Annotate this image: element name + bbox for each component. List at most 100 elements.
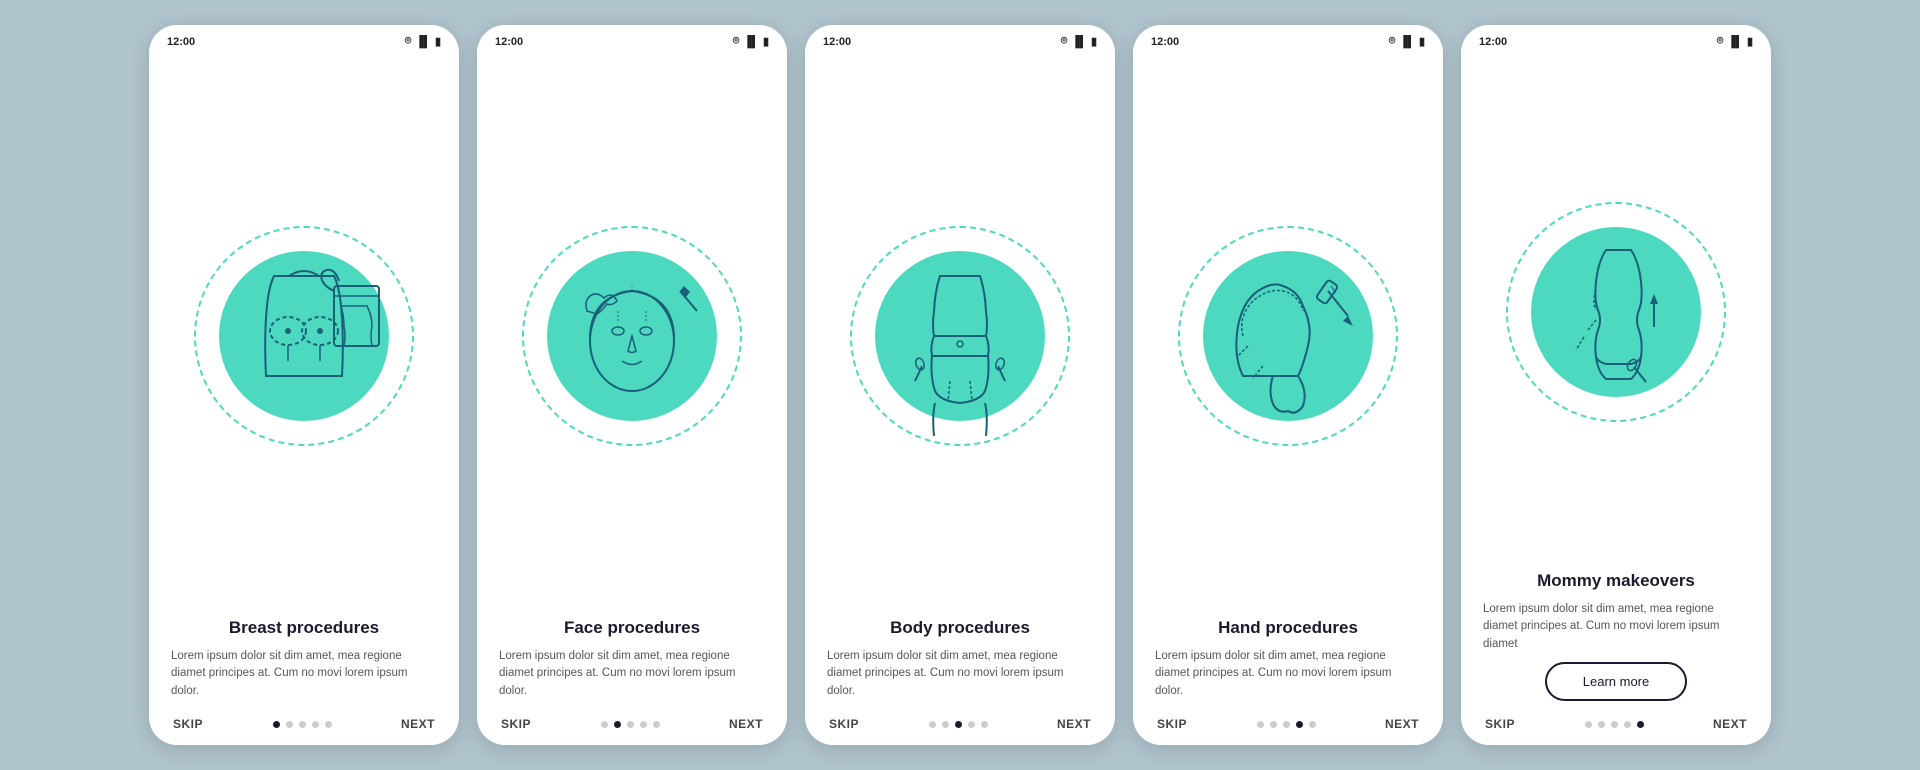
content-area-1: Breast procedures Lorem ipsum dolor sit … — [149, 607, 459, 709]
dot-2-1 — [614, 721, 621, 728]
wifi-icon-5: ⌾ — [1717, 35, 1724, 48]
title-5: Mommy makeovers — [1483, 570, 1749, 592]
status-icons-5: ⌾ ▐▌ ▮ — [1717, 35, 1753, 48]
dot-4-3 — [1296, 721, 1303, 728]
hand-svg — [1188, 236, 1388, 436]
status-icons-3: ⌾ ▐▌ ▮ — [1061, 35, 1097, 48]
status-icons-4: ⌾ ▐▌ ▮ — [1389, 35, 1425, 48]
time-5: 12:00 — [1479, 36, 1507, 48]
dot-3-4 — [981, 721, 988, 728]
dot-1-1 — [286, 721, 293, 728]
status-bar-2: 12:00 ⌾ ▐▌ ▮ — [477, 25, 787, 54]
illustration-area-5 — [1461, 54, 1771, 560]
dot-5-0 — [1585, 721, 1592, 728]
dot-3-3 — [968, 721, 975, 728]
next-btn-4[interactable]: NEXT — [1385, 717, 1419, 731]
dot-4-1 — [1270, 721, 1277, 728]
dot-4-2 — [1283, 721, 1290, 728]
next-btn-2[interactable]: NEXT — [729, 717, 763, 731]
dot-5-2 — [1611, 721, 1618, 728]
mommy-illustration — [1516, 212, 1716, 412]
illustration-area-2 — [477, 54, 787, 607]
dot-5-4 — [1637, 721, 1644, 728]
status-bar-4: 12:00 ⌾ ▐▌ ▮ — [1133, 25, 1443, 54]
dot-1-3 — [312, 721, 319, 728]
bottom-nav-3: SKIP NEXT — [805, 709, 1115, 745]
desc-4: Lorem ipsum dolor sit dim amet, mea regi… — [1155, 648, 1421, 701]
bottom-nav-2: SKIP NEXT — [477, 709, 787, 745]
status-bar-3: 12:00 ⌾ ▐▌ ▮ — [805, 25, 1115, 54]
battery-icon-1: ▮ — [435, 35, 441, 48]
dots-5 — [1585, 721, 1644, 728]
skip-btn-4[interactable]: SKIP — [1157, 717, 1187, 731]
status-icons-1: ⌾ ▐▌ ▮ — [405, 35, 441, 48]
dot-1-2 — [299, 721, 306, 728]
screen-face: 12:00 ⌾ ▐▌ ▮ — [477, 25, 787, 745]
screen-mommy: 12:00 ⌾ ▐▌ ▮ — [1461, 25, 1771, 745]
signal-icon-5: ▐▌ — [1727, 36, 1743, 48]
content-area-3: Body procedures Lorem ipsum dolor sit di… — [805, 607, 1115, 709]
status-bar-1: 12:00 ⌾ ▐▌ ▮ — [149, 25, 459, 54]
dot-3-2 — [955, 721, 962, 728]
dot-3-1 — [942, 721, 949, 728]
dot-2-0 — [601, 721, 608, 728]
content-area-4: Hand procedures Lorem ipsum dolor sit di… — [1133, 607, 1443, 709]
dot-2-4 — [653, 721, 660, 728]
skip-btn-5[interactable]: SKIP — [1485, 717, 1515, 731]
face-illustration — [532, 236, 732, 436]
dot-1-0 — [273, 721, 280, 728]
battery-icon-3: ▮ — [1091, 35, 1097, 48]
mommy-svg — [1516, 212, 1716, 412]
desc-3: Lorem ipsum dolor sit dim amet, mea regi… — [827, 648, 1093, 701]
skip-btn-2[interactable]: SKIP — [501, 717, 531, 731]
desc-5: Lorem ipsum dolor sit dim amet, mea regi… — [1483, 601, 1749, 654]
battery-icon-5: ▮ — [1747, 35, 1753, 48]
dots-2 — [601, 721, 660, 728]
desc-1: Lorem ipsum dolor sit dim amet, mea regi… — [171, 648, 437, 701]
dot-5-3 — [1624, 721, 1631, 728]
dots-4 — [1257, 721, 1316, 728]
illustration-area-3 — [805, 54, 1115, 607]
next-btn-5[interactable]: NEXT — [1713, 717, 1747, 731]
title-4: Hand procedures — [1155, 617, 1421, 639]
signal-icon-3: ▐▌ — [1071, 36, 1087, 48]
face-svg — [532, 236, 732, 436]
skip-btn-3[interactable]: SKIP — [829, 717, 859, 731]
body-illustration — [860, 236, 1060, 436]
learn-more-button[interactable]: Learn more — [1545, 662, 1687, 701]
signal-icon-4: ▐▌ — [1399, 36, 1415, 48]
screen-body: 12:00 ⌾ ▐▌ ▮ — [805, 25, 1115, 745]
signal-icon-2: ▐▌ — [743, 36, 759, 48]
dots-1 — [273, 721, 332, 728]
dot-2-2 — [627, 721, 634, 728]
illustration-area-4 — [1133, 54, 1443, 607]
status-icons-2: ⌾ ▐▌ ▮ — [733, 35, 769, 48]
breast-illustration — [204, 236, 404, 436]
breast-svg — [204, 236, 404, 436]
time-1: 12:00 — [167, 36, 195, 48]
title-3: Body procedures — [827, 617, 1093, 639]
screens-container: 12:00 ⌾ ▐▌ ▮ — [129, 5, 1791, 765]
status-bar-5: 12:00 ⌾ ▐▌ ▮ — [1461, 25, 1771, 54]
dot-3-0 — [929, 721, 936, 728]
bottom-nav-5: SKIP NEXT — [1461, 709, 1771, 745]
title-1: Breast procedures — [171, 617, 437, 639]
signal-icon-1: ▐▌ — [415, 36, 431, 48]
dot-5-1 — [1598, 721, 1605, 728]
dot-4-4 — [1309, 721, 1316, 728]
wifi-icon-4: ⌾ — [1389, 35, 1396, 48]
bottom-nav-4: SKIP NEXT — [1133, 709, 1443, 745]
dots-3 — [929, 721, 988, 728]
battery-icon-2: ▮ — [763, 35, 769, 48]
wifi-icon-3: ⌾ — [1061, 35, 1068, 48]
time-2: 12:00 — [495, 36, 523, 48]
screen-hand: 12:00 ⌾ ▐▌ ▮ — [1133, 25, 1443, 745]
hand-illustration — [1188, 236, 1388, 436]
time-4: 12:00 — [1151, 36, 1179, 48]
wifi-icon-1: ⌾ — [405, 35, 412, 48]
screen-breast: 12:00 ⌾ ▐▌ ▮ — [149, 25, 459, 745]
skip-btn-1[interactable]: SKIP — [173, 717, 203, 731]
content-area-2: Face procedures Lorem ipsum dolor sit di… — [477, 607, 787, 709]
next-btn-1[interactable]: NEXT — [401, 717, 435, 731]
next-btn-3[interactable]: NEXT — [1057, 717, 1091, 731]
